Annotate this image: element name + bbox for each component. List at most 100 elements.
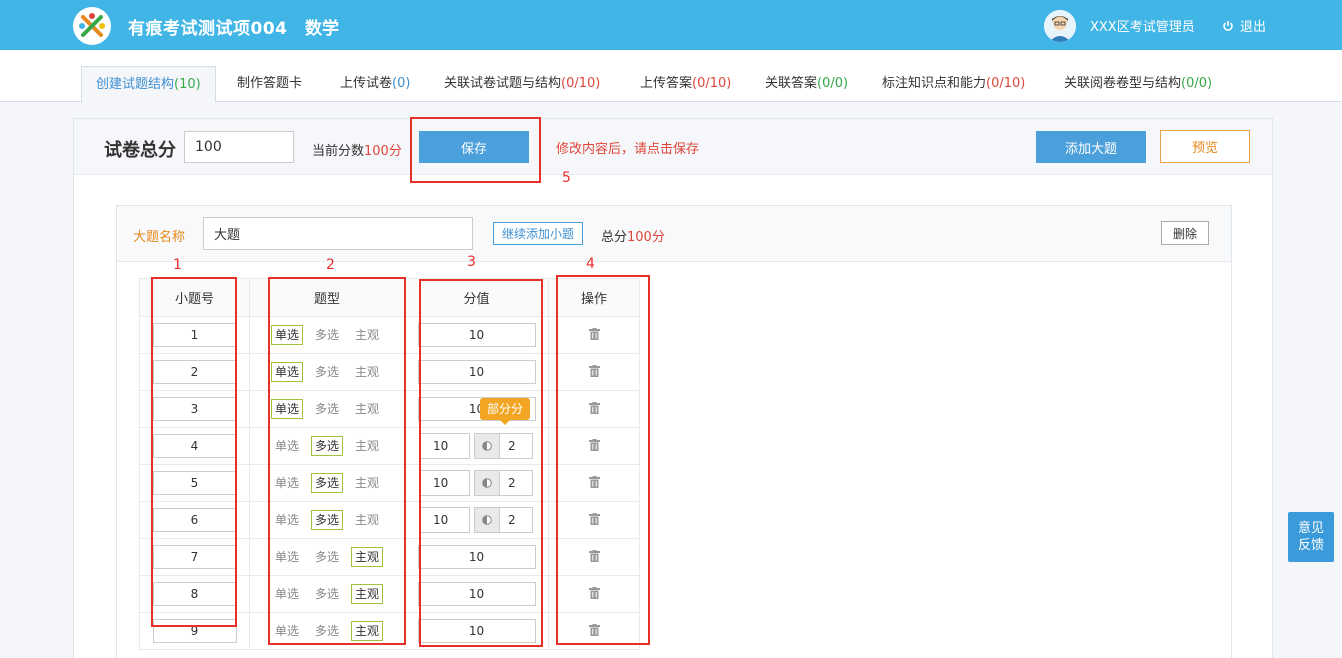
add-question-button[interactable]: 继续添加小题 (493, 222, 583, 245)
type-option-subjective[interactable]: 主观 (351, 510, 383, 530)
type-option-multi[interactable]: 多选 (310, 436, 343, 456)
type-option-single[interactable]: 单选 (271, 621, 303, 641)
question-number-input[interactable]: 1 (152, 323, 237, 347)
partial-score-field[interactable]: 2 (474, 433, 533, 459)
feedback-button[interactable]: 意见 反馈 (1288, 512, 1334, 562)
top-bar: 有痕考试测试项004 数学 XXX区考试管理员 退出 (0, 0, 1342, 50)
type-option-single[interactable]: 单选 (271, 510, 303, 530)
total-score-input[interactable] (184, 131, 294, 163)
partial-score-input[interactable]: 2 (500, 508, 532, 532)
tab-upload-answer[interactable]: 上传答案(0/10) (626, 66, 745, 102)
score-input[interactable]: 10 (420, 433, 470, 459)
tab-knowledge-points[interactable]: 标注知识点和能力(0/10) (868, 66, 1039, 102)
score-input[interactable]: 10 (417, 360, 536, 384)
question-number-cell: 9 (139, 612, 250, 650)
score-input[interactable]: 10 (417, 582, 536, 606)
trash-icon[interactable] (588, 586, 600, 602)
type-option-multi[interactable]: 多选 (310, 473, 343, 493)
table-row: 2 单选 多选 主观 10 (139, 353, 640, 391)
type-option-subjective[interactable]: 主观 (351, 584, 384, 604)
type-option-single[interactable]: 单选 (270, 362, 303, 382)
power-icon (1223, 20, 1233, 31)
trash-icon[interactable] (588, 549, 600, 565)
save-button[interactable]: 保存 (419, 131, 529, 163)
table-row: 6 单选 多选 主观 10 2 (139, 501, 640, 539)
half-circle-icon[interactable] (475, 471, 500, 495)
partial-score-field[interactable]: 2 (474, 470, 533, 496)
type-option-multi[interactable]: 多选 (310, 510, 343, 530)
type-option-subjective[interactable]: 主观 (351, 436, 383, 456)
logout-button[interactable]: 退出 (1222, 16, 1266, 35)
type-option-multi[interactable]: 多选 (311, 399, 343, 419)
subject-title: 数学 (305, 19, 339, 39)
question-score-cell: 10 (404, 538, 549, 576)
question-action-cell (548, 316, 640, 354)
delete-section-button[interactable]: 删除 (1161, 221, 1209, 245)
type-option-single[interactable]: 单选 (271, 547, 303, 567)
question-number-input[interactable]: 4 (152, 434, 237, 458)
question-type-cell: 单选 多选 主观 (249, 316, 405, 354)
tab-link-answer[interactable]: 关联答案(0/0) (751, 66, 862, 102)
type-option-multi[interactable]: 多选 (311, 584, 343, 604)
tab-create-structure[interactable]: 创建试题结构(10) (81, 66, 216, 103)
score-input[interactable]: 10 (417, 545, 536, 569)
type-option-multi[interactable]: 多选 (311, 621, 343, 641)
tab-answer-card[interactable]: 制作答题卡 (223, 66, 316, 102)
avatar[interactable] (1044, 10, 1076, 42)
type-option-subjective[interactable]: 主观 (351, 325, 383, 345)
trash-icon[interactable] (588, 475, 600, 491)
score-input[interactable]: 10 (417, 323, 536, 347)
trash-icon[interactable] (588, 364, 600, 380)
type-option-single[interactable]: 单选 (270, 325, 303, 345)
add-section-button[interactable]: 添加大题 (1036, 131, 1146, 163)
section-total: 总分100分 (601, 230, 665, 245)
section-name-input[interactable] (203, 217, 473, 250)
tab-link-marking[interactable]: 关联阅卷卷型与结构(0/0) (1050, 66, 1226, 102)
type-option-subjective[interactable]: 主观 (351, 621, 384, 641)
trash-icon[interactable] (588, 327, 600, 343)
question-number-input[interactable]: 5 (152, 471, 237, 495)
trash-icon[interactable] (588, 438, 600, 454)
type-option-single[interactable]: 单选 (271, 436, 303, 456)
type-option-single[interactable]: 单选 (270, 399, 303, 419)
trash-icon[interactable] (588, 512, 600, 528)
question-number-input[interactable]: 8 (152, 582, 237, 606)
type-option-single[interactable]: 单选 (271, 473, 303, 493)
question-score-cell: 10 2 (404, 464, 549, 502)
half-circle-icon[interactable] (475, 434, 500, 458)
type-option-subjective[interactable]: 主观 (351, 362, 383, 382)
type-option-subjective[interactable]: 主观 (351, 399, 383, 419)
section-card: 大题名称 继续添加小题 总分100分 删除 小题号 题型 分值 操作 1单选多选… (116, 205, 1232, 658)
question-number-input[interactable]: 7 (152, 545, 237, 569)
question-score-cell: 10 部分分 (404, 390, 549, 428)
preview-button[interactable]: 预览 (1160, 130, 1250, 163)
type-option-single[interactable]: 单选 (271, 584, 303, 604)
question-type-cell: 单选 多选 主观 (249, 353, 405, 391)
question-action-cell (548, 538, 640, 576)
tab-link-paper-structure[interactable]: 关联试卷试题与结构(0/10) (430, 66, 614, 102)
score-input[interactable]: 10 (417, 619, 536, 643)
partial-score-input[interactable]: 2 (500, 434, 532, 458)
user-name[interactable]: XXX区考试管理员 (1090, 16, 1195, 35)
type-option-multi[interactable]: 多选 (311, 547, 343, 567)
type-option-subjective[interactable]: 主观 (351, 473, 383, 493)
type-option-multi[interactable]: 多选 (311, 362, 343, 382)
half-circle-icon[interactable] (475, 508, 500, 532)
score-input[interactable]: 10 (420, 470, 470, 496)
trash-icon[interactable] (588, 401, 600, 417)
annotation-label-3: 3 (467, 254, 476, 270)
partial-score-input[interactable]: 2 (500, 471, 532, 495)
question-number-input[interactable]: 3 (152, 397, 237, 421)
tab-upload-paper[interactable]: 上传试卷(0) (326, 66, 424, 102)
question-action-cell (548, 390, 640, 428)
partial-score-field[interactable]: 2 (474, 507, 533, 533)
question-number-input[interactable]: 9 (152, 619, 237, 643)
trash-icon[interactable] (588, 623, 600, 639)
question-number-input[interactable]: 2 (152, 360, 237, 384)
question-type-cell: 单选 多选 主观 (249, 538, 405, 576)
type-option-subjective[interactable]: 主观 (351, 547, 384, 567)
question-number-cell: 8 (139, 575, 250, 613)
question-number-input[interactable]: 6 (152, 508, 237, 532)
type-option-multi[interactable]: 多选 (311, 325, 343, 345)
score-input[interactable]: 10 (420, 507, 470, 533)
